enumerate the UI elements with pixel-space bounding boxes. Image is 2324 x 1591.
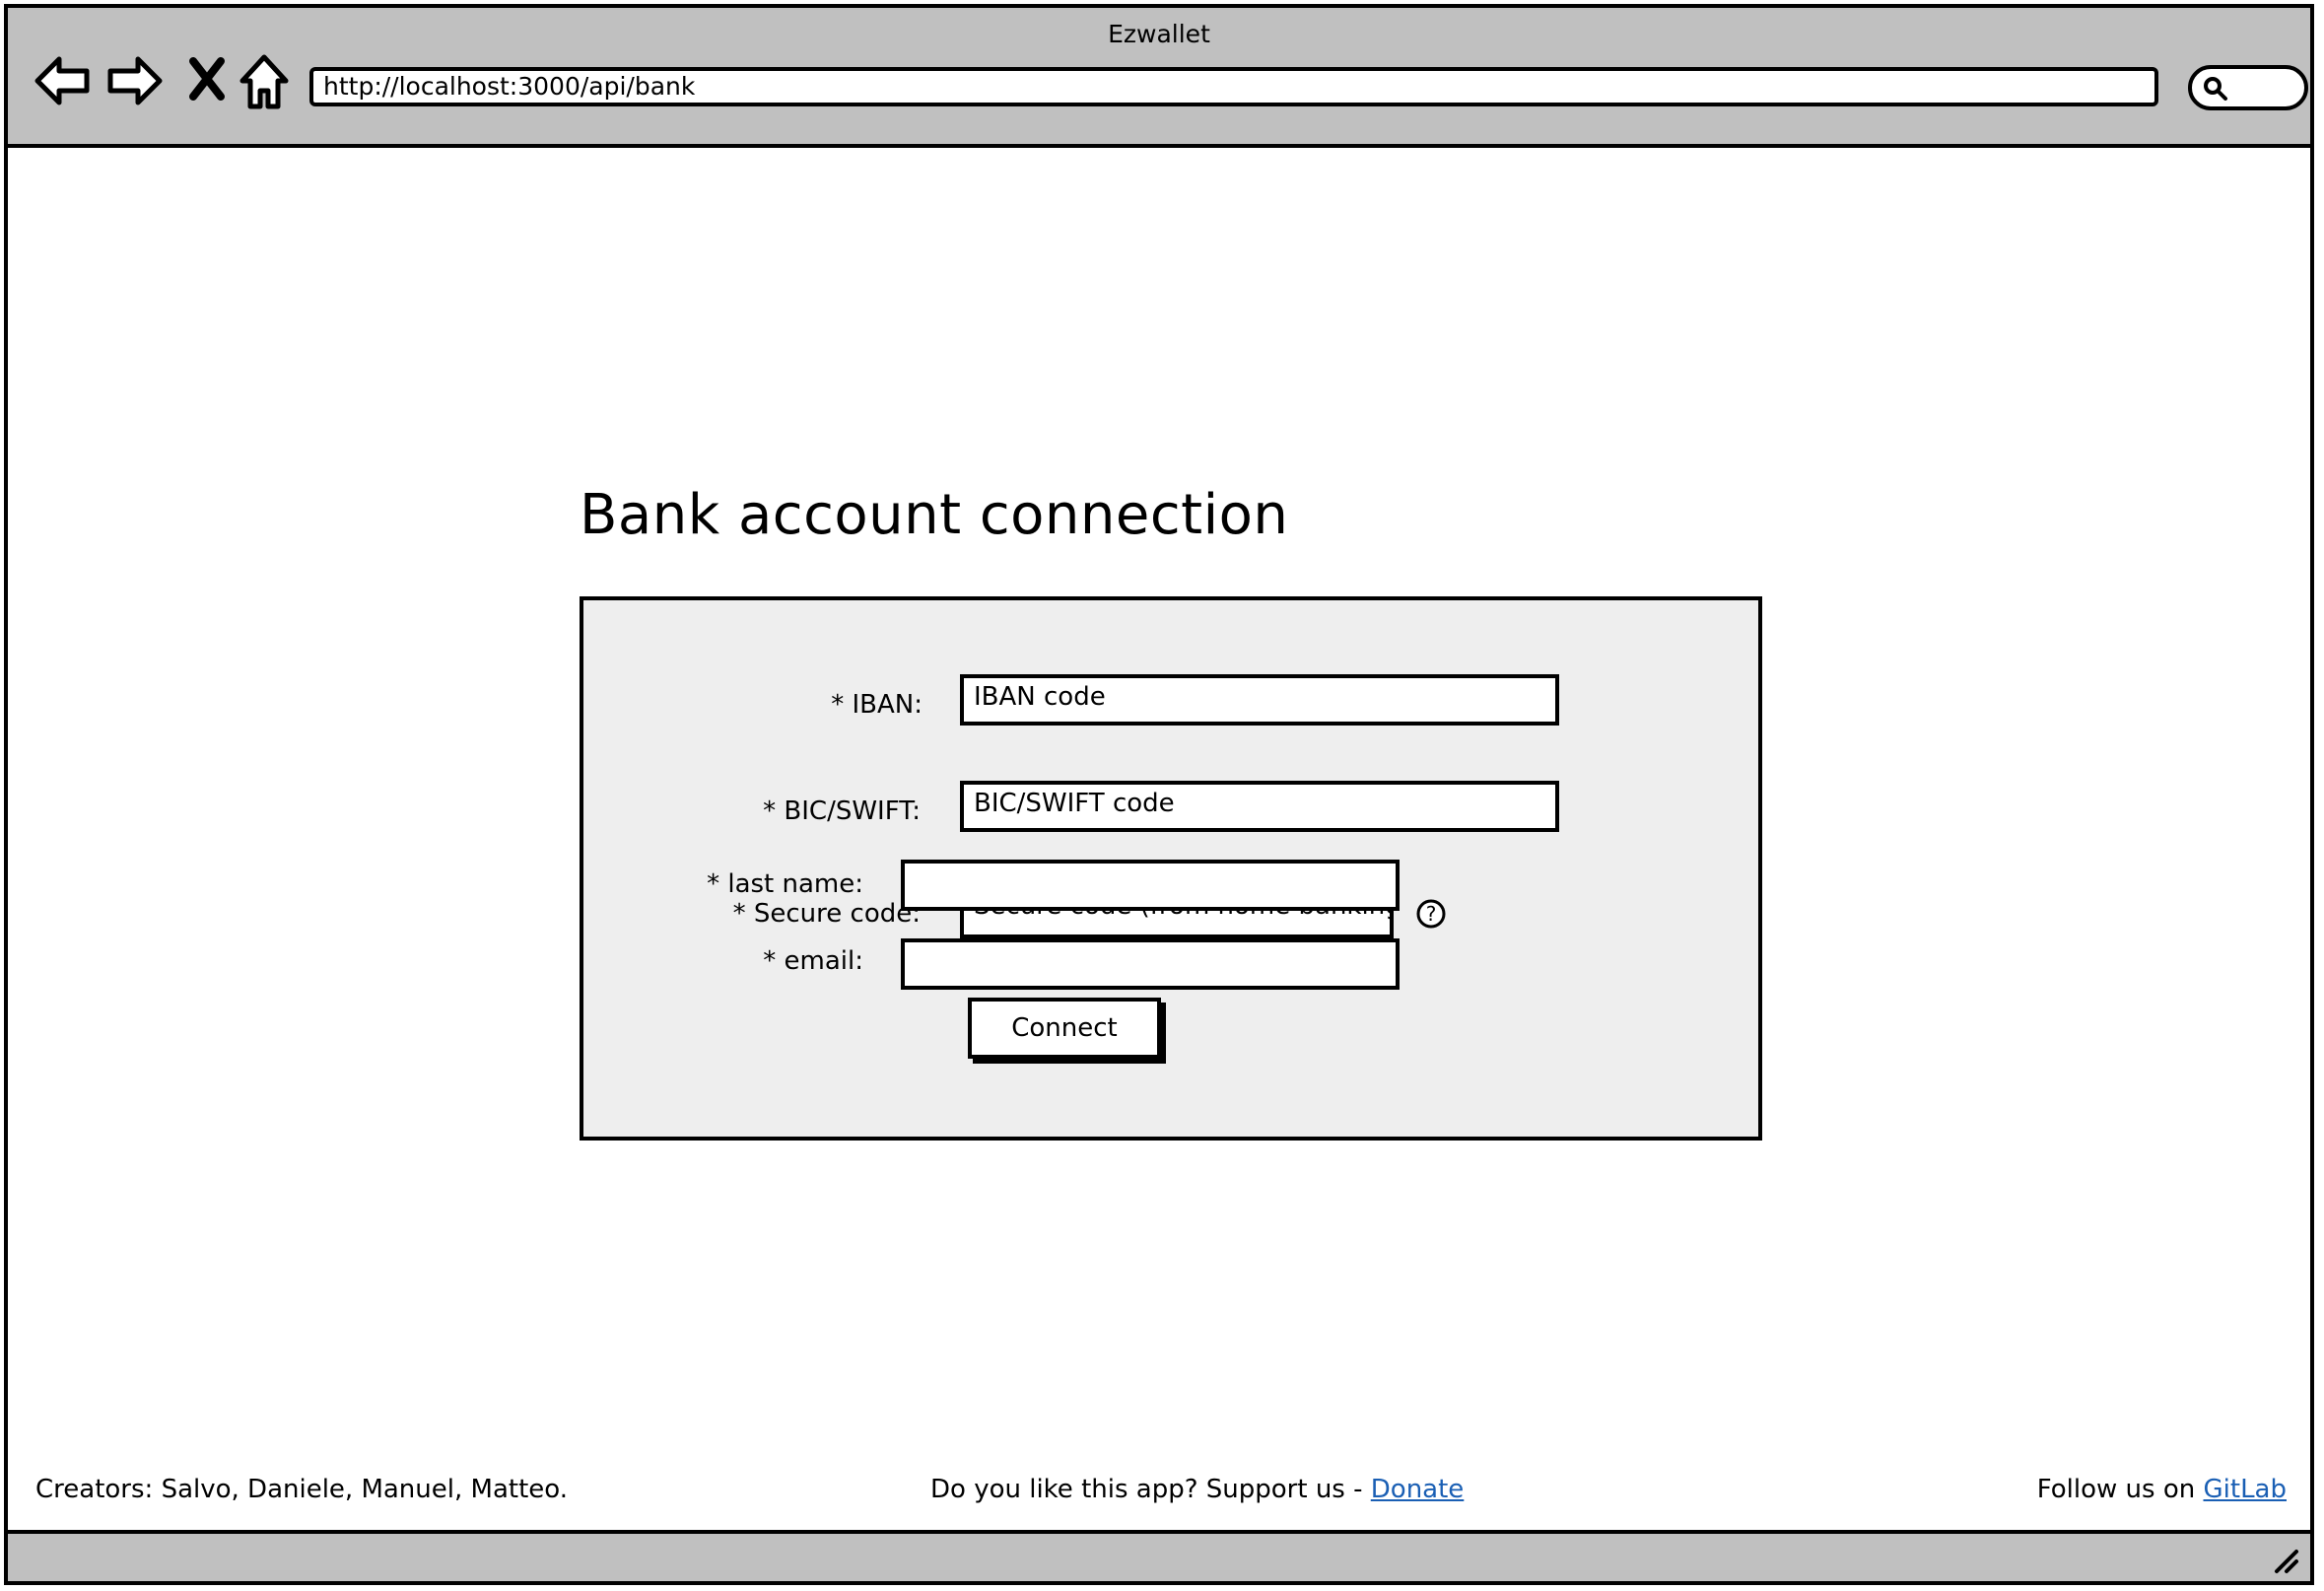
svg-text:?: ? — [1426, 902, 1437, 926]
bic-swift-label: * BIC/SWIFT: — [763, 796, 921, 826]
footer-creators: Creators: Salvo, Daniele, Manuel, Matteo… — [35, 1475, 568, 1504]
status-bar — [8, 1530, 2310, 1581]
connect-button[interactable]: Connect — [968, 998, 1161, 1059]
email-label: * email: — [763, 946, 863, 976]
search-icon — [2204, 77, 2227, 101]
last-name-label: * last name: — [707, 869, 863, 899]
follow-text: Follow us on — [2036, 1475, 2204, 1504]
arrow-right-icon[interactable] — [104, 51, 164, 110]
gitlab-link[interactable]: GitLab — [2204, 1475, 2288, 1504]
browser-toolbar: Ezwallet http://localhost:3000/api/bank — [8, 8, 2310, 148]
browser-window: Ezwallet http://localhost:3000/api/bank … — [4, 4, 2314, 1585]
window-title: Ezwallet — [1108, 20, 1210, 48]
support-text: Do you like this app? Support us - — [930, 1475, 1371, 1504]
last-name-field[interactable] — [901, 860, 1400, 911]
address-bar[interactable]: http://localhost:3000/api/bank — [309, 67, 2158, 106]
arrow-left-icon[interactable] — [34, 51, 93, 110]
footer-support: Do you like this app? Support us - Donat… — [930, 1475, 1464, 1504]
home-icon[interactable] — [237, 51, 292, 110]
page-title: Bank account connection — [580, 483, 1289, 547]
bic-swift-field[interactable]: BIC/SWIFT code — [960, 781, 1559, 832]
email-field[interactable] — [901, 938, 1400, 990]
donate-link[interactable]: Donate — [1371, 1475, 1465, 1504]
resize-grip-icon[interactable] — [2269, 1544, 2300, 1575]
help-icon[interactable]: ? — [1415, 898, 1447, 930]
close-icon[interactable] — [185, 51, 229, 110]
footer-follow: Follow us on GitLab — [2037, 1475, 2287, 1504]
iban-label: * IBAN: — [831, 690, 923, 720]
browser-search-box[interactable] — [2188, 65, 2308, 110]
iban-field[interactable]: IBAN code — [960, 674, 1559, 726]
secure-code-label: * Secure code: — [732, 899, 921, 929]
